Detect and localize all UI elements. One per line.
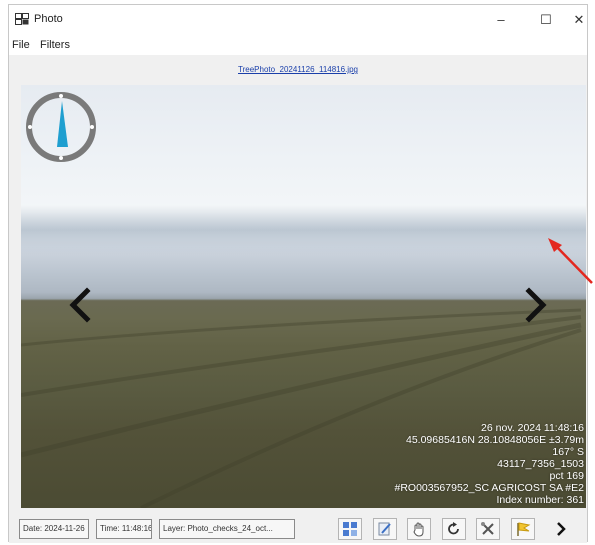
next-button[interactable]: [549, 518, 573, 540]
photo-window: Photo – ☐ ✕ File Filters TreePhoto_20241…: [8, 4, 588, 543]
photo-heading: 167° S: [552, 446, 584, 458]
photo-parcel-id: 43117_7356_1503: [497, 458, 584, 470]
flag-icon: [517, 522, 531, 536]
menu-file[interactable]: File: [12, 39, 30, 51]
title-bar: Photo – ☐ ✕: [9, 5, 587, 35]
next-photo-arrow-icon[interactable]: [521, 285, 551, 325]
minimize-button[interactable]: –: [486, 10, 516, 30]
photo-owner: #RO003567952_SC AGRICOST SA #E2: [394, 482, 584, 494]
window-title: Photo: [34, 13, 63, 25]
photo-index-number: Index number: 361: [496, 494, 584, 506]
compass-icon: [26, 92, 96, 162]
gallery-button[interactable]: [338, 518, 362, 540]
menu-filters[interactable]: Filters: [40, 39, 70, 51]
gallery-icon: [343, 522, 357, 536]
photo-metadata-overlay: 26 nov. 2024 11:48:16 45.09685416N 28.10…: [394, 422, 584, 506]
annotation-red-arrow-icon: [548, 238, 593, 284]
flag-button[interactable]: [511, 518, 535, 540]
photo-coordinates: 45.09685416N 28.10848056E ±3.79m: [406, 434, 584, 446]
time-field: Time: 11:48:16: [96, 519, 152, 539]
previous-photo-arrow-icon[interactable]: [65, 285, 95, 325]
photo-sky-clouds: [21, 205, 586, 255]
photo-filename-link[interactable]: TreePhoto_20241126_114816.jpg: [9, 65, 587, 74]
tools-icon: [481, 522, 494, 535]
close-button[interactable]: ✕: [564, 10, 594, 30]
pan-hand-icon: [413, 522, 424, 537]
rotate-icon: [448, 522, 459, 535]
edit-icon: [378, 522, 391, 536]
photo-viewer[interactable]: 26 nov. 2024 11:48:16 45.09685416N 28.10…: [21, 85, 586, 508]
photo-point: pct 169: [549, 470, 584, 482]
date-field: Date: 2024-11-26: [19, 519, 89, 539]
pan-button[interactable]: [407, 518, 431, 540]
menu-bar: File Filters: [9, 35, 587, 55]
layer-field: Layer: Photo_checks_24_oct...: [159, 519, 295, 539]
filename-row: TreePhoto_20241126_114816.jpg: [9, 55, 587, 85]
next-arrow-icon: [557, 522, 566, 536]
status-bar: Date: 2024-11-26 Time: 11:48:16 Layer: P…: [9, 510, 587, 543]
edit-button[interactable]: [373, 518, 397, 540]
maximize-button[interactable]: ☐: [531, 10, 561, 30]
photo-app-icon: [15, 13, 29, 25]
tools-button[interactable]: [476, 518, 500, 540]
rotate-button[interactable]: [442, 518, 466, 540]
photo-datetime: 26 nov. 2024 11:48:16: [481, 422, 584, 434]
